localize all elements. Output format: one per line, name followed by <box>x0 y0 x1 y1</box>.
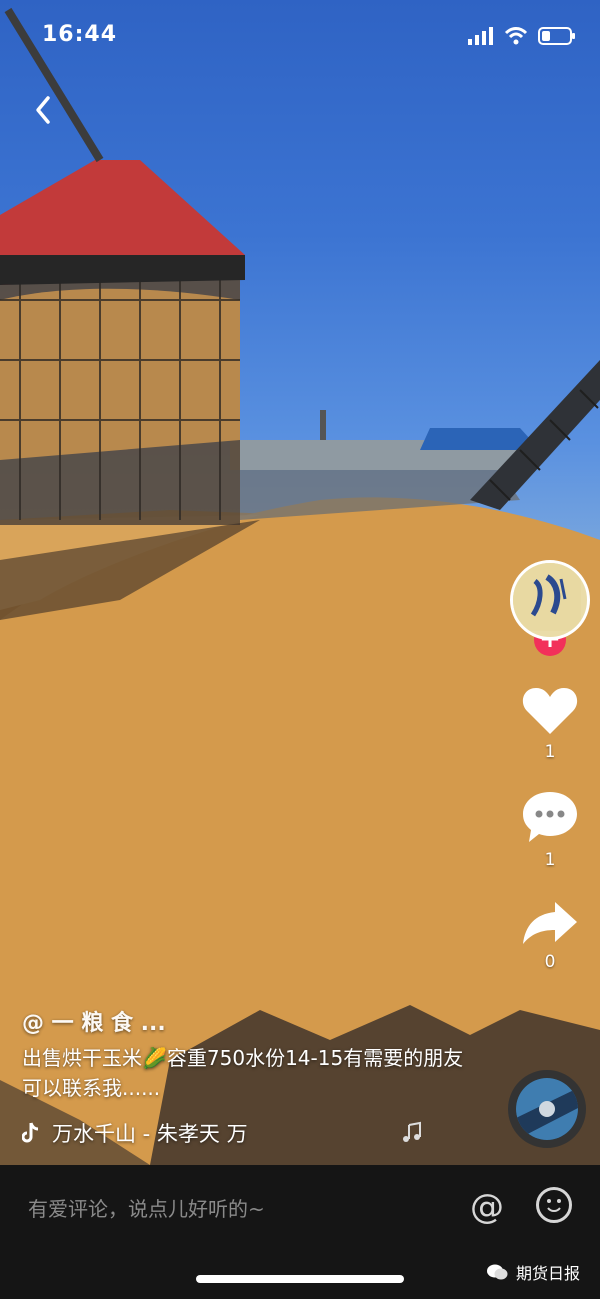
watermark-brand: 期货日报 <box>486 1260 580 1284</box>
music-disc-cover-image <box>516 1078 578 1140</box>
status-time: 16:44 <box>42 22 118 47</box>
video-caption: @ 一 粮 食 ... 出售烘干玉米🌽容重750水份14-15有需要的朋友可以联… <box>22 1005 472 1103</box>
music-disc[interactable] <box>508 1070 586 1148</box>
heart-icon[interactable] <box>521 684 579 736</box>
mention-button[interactable]: @ <box>470 1187 504 1227</box>
status-icons <box>468 26 576 46</box>
tiktok-logo-icon <box>22 1122 39 1143</box>
wechat-icon <box>486 1264 508 1280</box>
home-indicator[interactable] <box>196 1275 404 1283</box>
comment-bar: 有爱评论，说点儿好听的~ @ 期货日报 <box>0 1165 600 1299</box>
battery-icon <box>538 27 575 45</box>
like-action[interactable]: 1 <box>521 684 579 762</box>
emoji-icon[interactable] <box>536 1187 572 1223</box>
music-title: 万水千山 - 朱孝天 万 <box>52 1122 248 1146</box>
avatar-calligraphy-image <box>513 563 581 631</box>
like-count: 1 <box>544 742 556 762</box>
comment-count: 1 <box>544 850 556 870</box>
share-action[interactable]: 0 <box>521 898 579 972</box>
back-icon[interactable] <box>28 92 58 128</box>
share-icon[interactable] <box>521 898 579 946</box>
share-count: 0 <box>544 952 556 972</box>
video-screen: 16:44 1 1 0 @ 一 粮 食 ... 出售烘干玉米🌽容重750水份14… <box>0 0 600 1299</box>
music-bar[interactable]: 万水千山 - 朱孝天 万 <box>22 1118 424 1148</box>
video-description: 出售烘干玉米🌽容重750水份14-15有需要的朋友可以联系我...... <box>22 1046 464 1100</box>
author-handle[interactable]: @ 一 粮 食 ... <box>22 1005 472 1037</box>
author-avatar[interactable] <box>510 560 590 640</box>
signal-icon <box>468 27 493 45</box>
comment-input[interactable]: 有爱评论，说点儿好听的~ <box>28 1193 265 1222</box>
status-bar: 16:44 <box>0 0 600 70</box>
music-note-icon <box>402 1121 421 1142</box>
action-rail: + 1 1 0 <box>510 560 590 972</box>
wifi-icon <box>504 27 528 45</box>
emoji-face <box>547 1199 561 1212</box>
comment-icon[interactable] <box>521 790 579 844</box>
comment-action[interactable]: 1 <box>521 790 579 870</box>
brand-text: 期货日报 <box>515 1264 580 1283</box>
